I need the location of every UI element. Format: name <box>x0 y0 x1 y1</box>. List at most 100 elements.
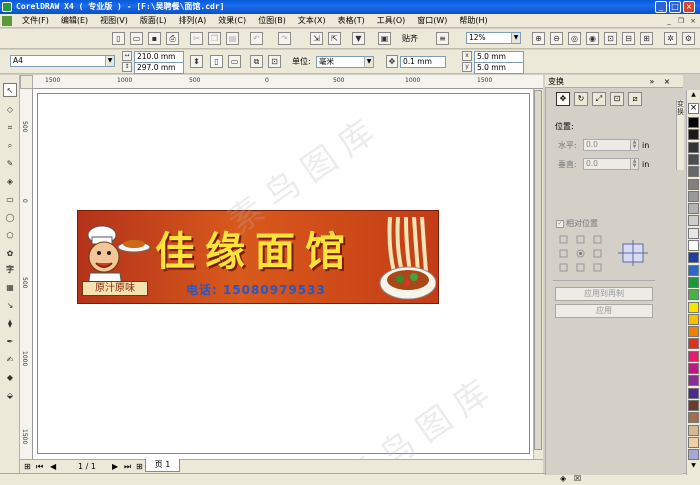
options-icon[interactable]: ≡ <box>436 32 449 45</box>
color-swatch[interactable] <box>688 240 699 251</box>
rectangle-tool-icon[interactable]: ▭ <box>3 193 17 207</box>
fill-tool-icon[interactable]: ◆ <box>3 371 17 385</box>
gear-icon[interactable]: ✲ <box>664 32 677 45</box>
chevron-down-icon[interactable]: ▼ <box>364 57 373 67</box>
menu-view[interactable]: 视图(V) <box>94 14 134 28</box>
color-swatch[interactable] <box>688 190 699 202</box>
chevron-down-icon[interactable]: ▼ <box>105 56 114 66</box>
basic-shapes-tool-icon[interactable]: ✿ <box>3 247 17 261</box>
page-first-icon[interactable]: ⊞ <box>24 462 31 472</box>
duplicate-y-field[interactable]: 5.0 mm <box>474 62 524 74</box>
zoom-tool-icon[interactable]: ⌕ <box>3 139 17 153</box>
maximize-button[interactable]: □ <box>669 1 681 13</box>
doc-minimize-icon[interactable]: _ <box>664 16 674 26</box>
color-swatch[interactable] <box>688 363 699 374</box>
chevron-down-icon[interactable]: ▼ <box>511 33 520 43</box>
save-icon[interactable]: ▪ <box>148 32 161 45</box>
page-orientation-icon[interactable]: ⬍ <box>190 55 203 68</box>
color-swatch[interactable] <box>688 166 699 178</box>
color-swatch[interactable] <box>688 289 699 301</box>
menu-file[interactable]: 文件(F) <box>16 14 55 28</box>
color-swatch[interactable] <box>688 264 699 276</box>
color-swatch[interactable] <box>688 276 699 288</box>
crop-tool-icon[interactable]: ⌗ <box>3 121 17 135</box>
zoom-in-icon[interactable]: ⊕ <box>532 32 545 45</box>
page-prev-icon[interactable]: ◀ <box>50 462 56 472</box>
menu-bitmaps[interactable]: 位图(B) <box>252 14 292 28</box>
welcome-screen-icon[interactable]: ▣ <box>378 32 391 45</box>
page-end-icon[interactable]: ⏭ <box>124 462 131 472</box>
eyedropper-tool-icon[interactable]: ✒ <box>3 335 17 349</box>
horizontal-field[interactable]: 0.0 ▲ ▼ <box>583 139 639 151</box>
color-swatch[interactable] <box>688 252 699 264</box>
export-icon[interactable]: ⇱ <box>328 32 341 45</box>
palette-scroll-up-icon[interactable]: ▲ <box>688 91 699 99</box>
fill-status-icon[interactable]: ◈ <box>560 474 566 484</box>
units-select[interactable]: 毫米 ▼ <box>316 56 374 68</box>
ellipse-tool-icon[interactable]: ◯ <box>3 211 17 225</box>
new-document-icon[interactable]: ▯ <box>112 32 125 45</box>
horizontal-ruler[interactable]: 1500 1000 500 0 500 1000 1500 <box>33 75 543 89</box>
application-launcher-icon[interactable]: ▼ <box>352 32 365 45</box>
color-swatch[interactable] <box>688 424 699 436</box>
color-swatch[interactable] <box>688 129 699 141</box>
coreldraw-app-icon[interactable] <box>2 2 12 12</box>
page-height-field[interactable]: 297.0 mm <box>134 62 184 74</box>
add-page-icon[interactable]: ⊞ <box>136 462 143 472</box>
menu-edit[interactable]: 编辑(E) <box>55 14 94 28</box>
menu-text[interactable]: 文本(X) <box>292 14 332 28</box>
cut-icon[interactable]: ✂ <box>190 32 203 45</box>
nudge-distance-field[interactable]: 0.1 mm <box>400 56 446 68</box>
zoom-all-icon[interactable]: ◉ <box>586 32 599 45</box>
double-chevron-icon[interactable]: » <box>646 76 658 87</box>
palette-scroll-down-icon[interactable]: ▼ <box>688 462 699 470</box>
color-swatch[interactable] <box>688 449 699 461</box>
all-pages-icon[interactable]: ⧉ <box>250 55 263 68</box>
polygon-tool-icon[interactable]: ⬠ <box>3 229 17 243</box>
menu-effects[interactable]: 效果(C) <box>212 14 252 28</box>
color-swatch[interactable] <box>688 178 699 190</box>
docker-side-tab[interactable]: 变换 <box>676 100 684 170</box>
pick-tool-icon[interactable]: ↖ <box>3 83 17 97</box>
color-swatch[interactable] <box>688 227 699 239</box>
color-swatch[interactable] <box>688 141 699 153</box>
menu-tools[interactable]: 工具(O) <box>371 14 412 28</box>
zoom-out-icon[interactable]: ⊖ <box>550 32 563 45</box>
color-swatch[interactable] <box>688 117 699 128</box>
anchor-grid[interactable] <box>558 234 604 274</box>
menu-layout[interactable]: 版面(L) <box>134 14 173 28</box>
shape-tool-icon[interactable]: ◇ <box>3 103 17 117</box>
redo-icon[interactable]: ↷ <box>278 32 291 45</box>
zoom-level-field[interactable]: 12% ▼ <box>466 32 521 44</box>
import-icon[interactable]: ⇲ <box>310 32 323 45</box>
zoom-width-icon[interactable]: ⊟ <box>622 32 635 45</box>
vertical-scrollbar-thumb[interactable] <box>534 90 542 450</box>
outline-tool-icon[interactable]: ✍ <box>3 353 17 367</box>
color-swatch[interactable] <box>688 203 699 215</box>
no-fill-swatch[interactable]: × <box>688 103 699 114</box>
vertical-field[interactable]: 0.0 ▲ ▼ <box>583 158 639 170</box>
smart-fill-tool-icon[interactable]: ◈ <box>3 175 17 189</box>
page-size-select[interactable]: A4 ▼ <box>10 55 115 67</box>
relative-position-checkbox[interactable]: ✓ <box>556 220 564 228</box>
page-start-icon[interactable]: ⏮ <box>36 462 43 472</box>
menu-help[interactable]: 帮助(H) <box>453 14 493 28</box>
paste-icon[interactable]: ▤ <box>226 32 239 45</box>
menu-window[interactable]: 窗口(W) <box>411 14 453 28</box>
color-swatch[interactable] <box>688 153 699 165</box>
freehand-tool-icon[interactable]: ✎ <box>3 157 17 171</box>
skew-tab-icon[interactable]: ⧄ <box>628 92 642 106</box>
options-settings-icon[interactable]: ⚙ <box>682 32 695 45</box>
color-swatch[interactable] <box>688 399 699 411</box>
snap-to-label[interactable]: 贴齐 <box>402 33 418 45</box>
menu-arrange[interactable]: 排列(A) <box>173 14 213 28</box>
vertical-ruler[interactable]: 500 0 500 1000 1500 <box>20 89 33 459</box>
menu-table[interactable]: 表格(T) <box>332 14 371 28</box>
copy-icon[interactable]: ❐ <box>208 32 221 45</box>
spin-arrows-icon[interactable]: ▲ ▼ <box>630 140 638 150</box>
doc-close-icon[interactable]: × <box>688 16 698 26</box>
close-button[interactable]: × <box>683 1 695 13</box>
apply-button[interactable]: 应用 <box>555 304 653 318</box>
color-swatch[interactable] <box>688 326 699 338</box>
current-page-icon[interactable]: ⊡ <box>268 55 281 68</box>
